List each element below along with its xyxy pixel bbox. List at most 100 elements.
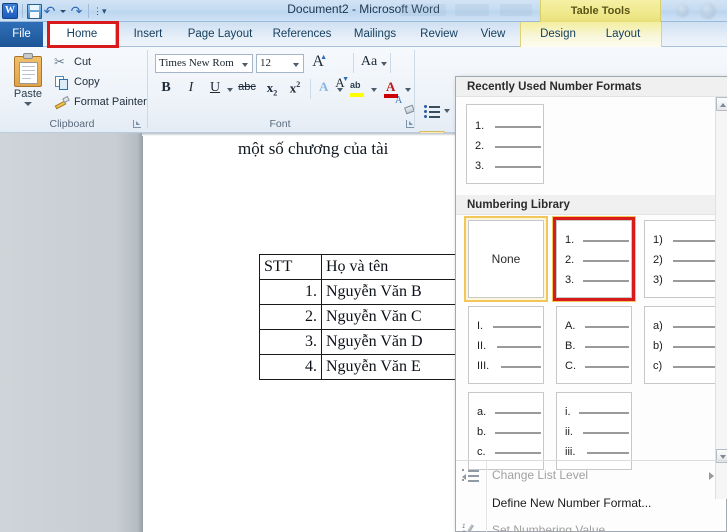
- menu-define-new-number-format[interactable]: Define New Number Format...: [456, 491, 727, 518]
- subscript-index: 2: [273, 88, 278, 98]
- numbering-dropdown-panel[interactable]: Recently Used Number Formats 1. 2. 3. Nu…: [455, 76, 727, 532]
- bullets-dropdown-icon[interactable]: [444, 109, 450, 113]
- document-paragraph[interactable]: một số chương của tài: [238, 139, 388, 159]
- marker: c.: [477, 446, 486, 458]
- divider: [390, 53, 391, 73]
- change-list-level-icon: [456, 463, 486, 490]
- table-header-stt[interactable]: STT: [259, 254, 322, 280]
- table-header-name[interactable]: Họ và tên: [321, 254, 472, 280]
- chevron-down-icon[interactable]: [242, 63, 248, 67]
- strikethrough-button[interactable]: abc: [236, 81, 258, 101]
- panel-scrollbar[interactable]: [715, 97, 727, 499]
- tab-design[interactable]: Design: [527, 22, 589, 47]
- table-cell-name[interactable]: Nguyễn Văn D: [321, 329, 472, 355]
- marker: i.: [565, 406, 571, 418]
- marker: B.: [565, 340, 576, 352]
- tab-file[interactable]: File: [0, 22, 43, 47]
- marker: C.: [565, 360, 576, 372]
- subscript-button[interactable]: x2: [262, 80, 282, 100]
- chevron-down-icon[interactable]: [293, 63, 299, 67]
- gallery-item-recent-arabic-period[interactable]: 1. 2. 3.: [466, 104, 544, 184]
- gallery-item-arabic-period[interactable]: 1. 2. 3.: [556, 220, 632, 298]
- tab-insert[interactable]: Insert: [120, 22, 176, 47]
- scroll-up-button[interactable]: [716, 97, 727, 111]
- gallery-item-roman-upper[interactable]: I. II. III.: [468, 306, 544, 384]
- format-painter-label: Format Painter: [74, 96, 147, 108]
- table-row: 4. Nguyễn Văn E: [259, 354, 472, 380]
- text-effects-dropdown-icon[interactable]: [337, 88, 343, 92]
- gallery-item-none[interactable]: None: [468, 220, 544, 298]
- gallery-item-alpha-lower-paren[interactable]: a) b) c): [644, 306, 720, 384]
- table-cell-name[interactable]: Nguyễn Văn C: [321, 304, 472, 330]
- menu-set-numbering-value[interactable]: 12 Set Numbering Value...: [456, 518, 727, 532]
- gallery-item-roman-lower[interactable]: i. ii. iii.: [556, 392, 632, 470]
- font-family-combobox[interactable]: Times New Rom: [155, 54, 253, 73]
- table-cell-name[interactable]: Nguyễn Văn B: [321, 279, 472, 305]
- highlight-color-button[interactable]: ab: [348, 80, 368, 100]
- font-family-value: Times New Rom: [159, 57, 234, 69]
- text-effects-button[interactable]: A: [315, 79, 335, 100]
- minimize-button[interactable]: [676, 4, 689, 17]
- change-case-glyph: Aa: [360, 54, 378, 69]
- submenu-arrow-icon: [709, 472, 714, 480]
- tab-review[interactable]: Review: [410, 22, 468, 47]
- superscript-button[interactable]: x2: [285, 80, 305, 100]
- table-cell-stt[interactable]: 3.: [259, 329, 322, 355]
- table-row: 2. Nguyễn Văn C: [259, 304, 472, 330]
- table-cell-name[interactable]: Nguyễn Văn E: [321, 354, 472, 380]
- marker: 2): [653, 254, 663, 266]
- bold-button[interactable]: B: [157, 80, 175, 100]
- paste-dropdown-icon[interactable]: [24, 102, 32, 106]
- clipboard-group-label: Clipboard: [49, 118, 95, 130]
- table-cell-stt[interactable]: 1.: [259, 279, 322, 305]
- table-row: 1. Nguyễn Văn B: [259, 279, 472, 305]
- table-cell-stt[interactable]: 2.: [259, 304, 322, 330]
- marker: 1): [653, 234, 663, 246]
- marker: III.: [477, 360, 490, 372]
- tab-page-layout[interactable]: Page Layout: [178, 22, 262, 47]
- font-size-combobox[interactable]: 12: [256, 54, 304, 73]
- underline-button[interactable]: U: [206, 80, 224, 100]
- cut-icon: ✂: [54, 54, 65, 69]
- table-row: STT Họ và tên: [259, 254, 472, 280]
- table-cell-stt[interactable]: 4.: [259, 354, 322, 380]
- bold-glyph: B: [161, 80, 171, 95]
- marker: ii.: [565, 426, 573, 438]
- clipboard-dialog-launcher[interactable]: [133, 120, 142, 129]
- change-case-dropdown-icon[interactable]: [381, 62, 387, 66]
- close-button[interactable]: [700, 3, 716, 19]
- tab-home[interactable]: Home: [48, 22, 116, 47]
- font-color-dropdown-icon[interactable]: [405, 88, 411, 92]
- menu-change-list-level[interactable]: Change List Level: [456, 463, 727, 490]
- menu-gutter: [456, 491, 486, 518]
- cut-label: Cut: [74, 56, 92, 68]
- document-table[interactable]: STT Họ và tên 1. Nguyễn Văn B 2. Nguyễn …: [259, 254, 472, 380]
- menu-label: Define New Number Format...: [492, 496, 652, 510]
- bullets-button[interactable]: [424, 104, 441, 119]
- menu-label: Change List Level: [492, 468, 589, 482]
- underline-dropdown-icon[interactable]: [227, 88, 233, 92]
- underline-glyph: U: [209, 80, 221, 95]
- tab-mailings[interactable]: Mailings: [342, 22, 408, 47]
- highlight-dropdown-icon[interactable]: [371, 88, 377, 92]
- superscript-index: 2: [296, 80, 301, 89]
- gallery-item-alpha-upper[interactable]: A. B. C.: [556, 306, 632, 384]
- tab-references[interactable]: References: [264, 22, 340, 47]
- gallery-item-alpha-lower-period[interactable]: a. b. c.: [468, 392, 544, 470]
- gallery-item-arabic-paren[interactable]: 1) 2) 3): [644, 220, 720, 298]
- tab-layout[interactable]: Layout: [592, 22, 654, 47]
- font-color-button[interactable]: A: [382, 79, 402, 100]
- ghost-toolbar-item: [455, 4, 489, 16]
- italic-button[interactable]: I: [182, 80, 200, 100]
- marker: 1.: [565, 234, 575, 246]
- title-bar: W ↶ ↷ ⋮▾ Document2 - Microsoft Word Tabl…: [0, 0, 727, 22]
- paste-label: Paste: [13, 88, 43, 100]
- change-case-button[interactable]: Aa: [358, 54, 380, 74]
- format-painter-icon: [54, 94, 70, 110]
- recently-used-heading: Recently Used Number Formats: [456, 77, 727, 97]
- grow-font-button[interactable]: A ▲: [308, 53, 328, 73]
- divider: [456, 460, 727, 461]
- marker: II.: [477, 340, 487, 352]
- paste-button[interactable]: Paste: [6, 51, 50, 123]
- tab-view[interactable]: View: [470, 22, 516, 47]
